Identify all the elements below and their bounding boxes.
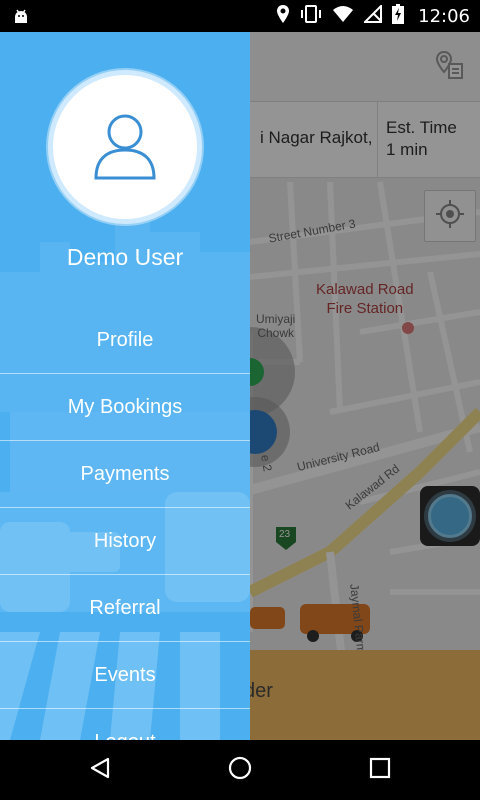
recents-icon (369, 757, 391, 784)
menu-item-events[interactable]: Events (0, 642, 250, 709)
android-debug-icon (12, 7, 30, 30)
vibrate-icon (300, 4, 322, 28)
clock: 12:06 (418, 5, 470, 27)
main-screen: Street Number 3 Kalawad Road Fire Statio… (0, 32, 480, 740)
battery-charging-icon (392, 3, 405, 29)
user-name: Demo User (66, 244, 184, 270)
navigation-drawer: Demo User Profile My Bookings Payments H… (0, 32, 250, 740)
recents-button[interactable] (360, 750, 400, 790)
menu-item-profile[interactable]: Profile (0, 307, 250, 374)
home-icon (227, 755, 253, 786)
back-button[interactable] (80, 750, 120, 790)
wifi-icon (332, 5, 354, 28)
avatar[interactable] (48, 70, 202, 224)
menu-item-my-bookings[interactable]: My Bookings (0, 374, 250, 441)
no-signal-icon (362, 3, 383, 28)
menu-item-history[interactable]: History (0, 508, 250, 575)
user-icon (88, 108, 162, 187)
status-bar: 12:06 (0, 0, 480, 32)
drawer-menu: Profile My Bookings Payments History Ref… (0, 307, 250, 740)
system-navigation-bar (0, 740, 480, 800)
menu-item-referral[interactable]: Referral (0, 575, 250, 642)
location-icon (276, 4, 290, 29)
menu-item-payments[interactable]: Payments (0, 441, 250, 508)
menu-item-logout[interactable]: Logout (0, 709, 250, 740)
home-button[interactable] (220, 750, 260, 790)
back-icon (88, 756, 112, 785)
